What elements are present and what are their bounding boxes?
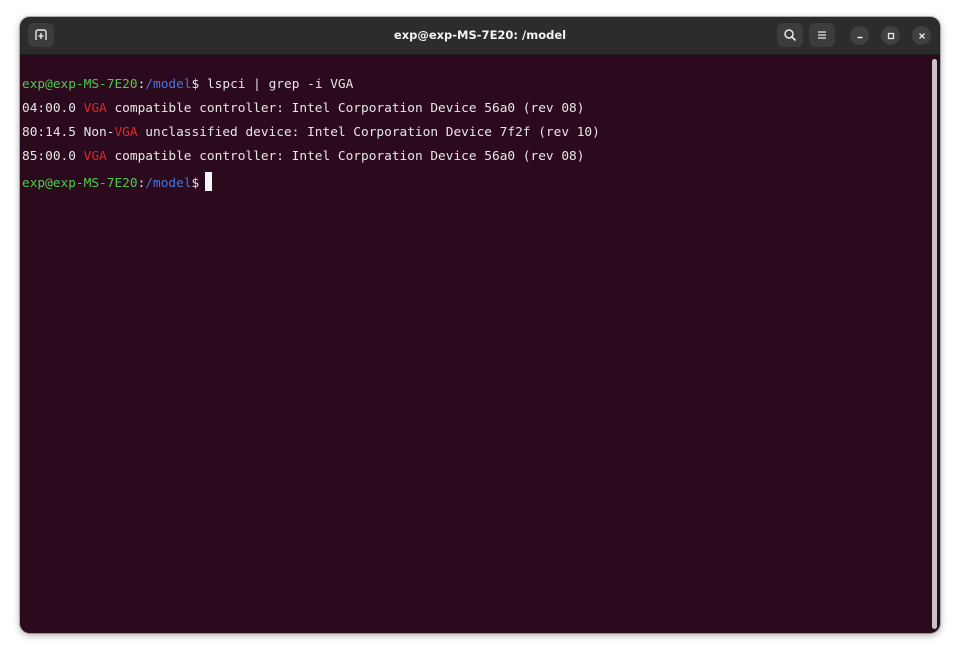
output-prefix: 85:00.0 — [22, 149, 84, 164]
output-suffix: compatible controller: Intel Corporation… — [106, 101, 585, 116]
output-suffix: compatible controller: Intel Corporation… — [106, 149, 585, 164]
search-button[interactable] — [777, 23, 803, 47]
text-cursor — [205, 172, 213, 191]
output-prefix: 80:14.5 Non- — [22, 125, 115, 140]
output-line: 80:14.5 Non-VGA unclassified device: Int… — [22, 124, 600, 142]
command-text: lspci | grep -i VGA — [199, 77, 354, 92]
vertical-scrollbar[interactable] — [932, 59, 937, 629]
hamburger-menu-icon — [816, 29, 828, 41]
search-icon — [783, 28, 797, 42]
minimize-button[interactable] — [850, 26, 869, 45]
prompt-path: /model — [145, 77, 192, 92]
title-bar[interactable]: exp@exp-MS-7E20: /model — [20, 17, 940, 55]
prompt-user: exp@exp-MS-7E20 — [22, 176, 138, 191]
output-line: 85:00.0 VGA compatible controller: Intel… — [22, 148, 584, 166]
close-icon — [917, 26, 927, 45]
output-suffix: unclassified device: Intel Corporation D… — [137, 125, 600, 140]
output-line: 04:00.0 VGA compatible controller: Intel… — [22, 100, 584, 118]
maximize-icon — [886, 26, 896, 45]
prompt-symbol: $ — [191, 176, 200, 191]
terminal-output-area[interactable]: exp@exp-MS-7E20:/model$ lspci | grep -i … — [20, 55, 930, 633]
grep-match: VGA — [83, 101, 107, 116]
menu-button[interactable] — [809, 23, 835, 47]
minimize-icon — [855, 26, 865, 45]
close-button[interactable] — [912, 26, 931, 45]
maximize-button[interactable] — [881, 26, 900, 45]
output-prefix: 04:00.0 — [22, 101, 84, 116]
prompt-user: exp@exp-MS-7E20 — [22, 77, 138, 92]
current-prompt-line: exp@exp-MS-7E20:/model$ — [22, 172, 213, 191]
prompt-path: /model — [145, 176, 192, 191]
grep-match: VGA — [83, 149, 107, 164]
terminal-window: exp@exp-MS-7E20: /model exp@exp-MS-7E20:… — [20, 17, 940, 633]
command-line: exp@exp-MS-7E20:/model$ lspci | grep -i … — [22, 76, 353, 94]
grep-match: VGA — [114, 125, 138, 140]
